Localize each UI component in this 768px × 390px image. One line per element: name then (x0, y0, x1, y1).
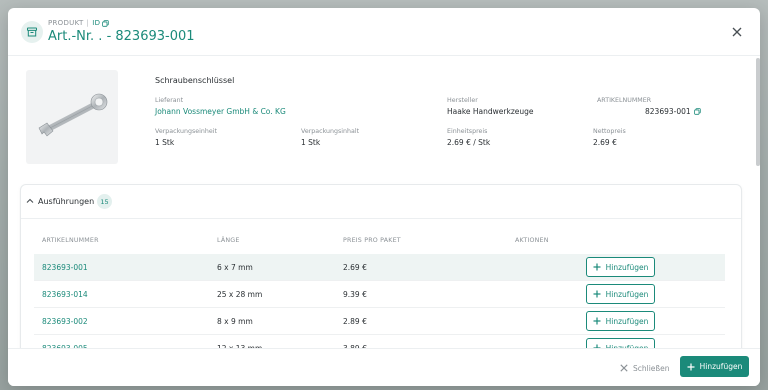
add-button-label: Hinzufügen (605, 289, 649, 299)
kicker-label: PRODUKT (48, 19, 84, 27)
column-header-aktionen: AKTIONEN (515, 237, 549, 244)
kicker-separator: | (86, 19, 90, 27)
plus-icon (593, 317, 601, 325)
lieferant-link[interactable]: Johann Vossmeyer GmbH & Co. KG (155, 107, 286, 116)
hersteller-value: Haake Handwerkzeuge (447, 107, 534, 116)
variants-card: Ausführungen 15 ARTIKELNUMMER LÄNGE PREI… (20, 184, 742, 359)
hersteller-label: Hersteller (447, 97, 478, 104)
product-name: Schraubenschlüssel (155, 76, 235, 85)
add-primary-button[interactable]: Hinzufügen (680, 356, 749, 377)
breadcrumb: PRODUKT | ID (48, 19, 109, 27)
verpackungsinhalt-value: 1 Stk (301, 138, 321, 147)
close-button[interactable] (728, 23, 746, 41)
table-row: 823693-001 6 x 7 mm 2.69 € Hinzufügen (34, 254, 725, 281)
row-laenge: 25 x 28 mm (217, 290, 263, 299)
plus-icon (593, 290, 601, 298)
copy-icon (102, 19, 109, 27)
artikelnummer-text: 823693-001 (645, 107, 691, 116)
add-button[interactable]: Hinzufügen (586, 257, 655, 277)
variants-title: Ausführungen (38, 197, 95, 206)
verpackungseinheit-value: 1 Stk (155, 138, 175, 147)
row-preis: 9.39 € (343, 290, 367, 299)
close-footer-label: Schließen (633, 363, 670, 373)
modal-footer: Schließen Hinzufügen (8, 348, 760, 386)
modal-header: PRODUKT | ID Art.-Nr. . - 823693-001 (8, 8, 760, 56)
add-button-label: Hinzufügen (605, 316, 649, 326)
column-header-artikelnummer: ARTIKELNUMMER (42, 237, 99, 244)
artikelnummer-value: 823693-001 (645, 107, 701, 116)
verpackungseinheit-label: Verpackungseinheit (155, 128, 218, 135)
lieferant-label: Lieferant (155, 97, 184, 104)
row-preis: 2.89 € (343, 317, 367, 326)
add-button-label: Hinzufügen (605, 262, 649, 272)
plus-icon (687, 363, 695, 370)
variants-accordion-toggle[interactable]: Ausführungen 15 (21, 185, 741, 219)
einheitspreis-value: 2.69 € / Stk (447, 138, 491, 147)
row-artikelnummer-link[interactable]: 823693-014 (42, 290, 88, 299)
add-button[interactable]: Hinzufügen (586, 284, 655, 304)
chevron-up-icon (26, 198, 34, 203)
nettopreis-label: Nettopreis (593, 128, 626, 135)
id-label: ID (92, 19, 101, 27)
add-button[interactable]: Hinzufügen (586, 311, 655, 331)
einheitspreis-label: Einheitspreis (447, 128, 488, 135)
verpackungsinhalt-label: Verpackungsinhalt (301, 128, 360, 135)
artikelnummer-label: ARTIKELNUMMER (597, 97, 652, 104)
row-laenge: 8 x 9 mm (217, 317, 253, 326)
row-artikelnummer-link[interactable]: 823693-001 (42, 263, 88, 272)
row-laenge: 6 x 7 mm (217, 263, 253, 272)
product-modal: PRODUKT | ID Art.-Nr. . - 823693-001 Sch… (8, 8, 760, 386)
nettopreis-value: 2.69 € (593, 138, 617, 147)
close-icon (732, 27, 742, 37)
table-row: 823693-002 8 x 9 mm 2.89 € Hinzufügen (34, 308, 725, 335)
product-image (26, 70, 118, 164)
product-icon (21, 21, 43, 43)
variants-count-badge: 15 (97, 194, 112, 209)
table-row: 823693-014 25 x 28 mm 9.39 € Hinzufügen (34, 281, 725, 308)
close-footer-button[interactable]: Schließen (620, 360, 670, 376)
plus-icon (593, 263, 601, 271)
row-preis: 2.69 € (343, 263, 367, 272)
scrollbar[interactable] (756, 58, 760, 166)
column-header-preis: PREIS PRO PAKET (343, 237, 401, 244)
row-artikelnummer-link[interactable]: 823693-002 (42, 317, 88, 326)
page-title: Art.-Nr. . - 823693-001 (48, 29, 195, 44)
copy-icon[interactable] (693, 108, 701, 115)
close-icon (620, 364, 628, 372)
column-header-laenge: LÄNGE (217, 237, 240, 244)
add-primary-label: Hinzufügen (699, 362, 743, 371)
id-copy[interactable]: ID (92, 19, 109, 27)
